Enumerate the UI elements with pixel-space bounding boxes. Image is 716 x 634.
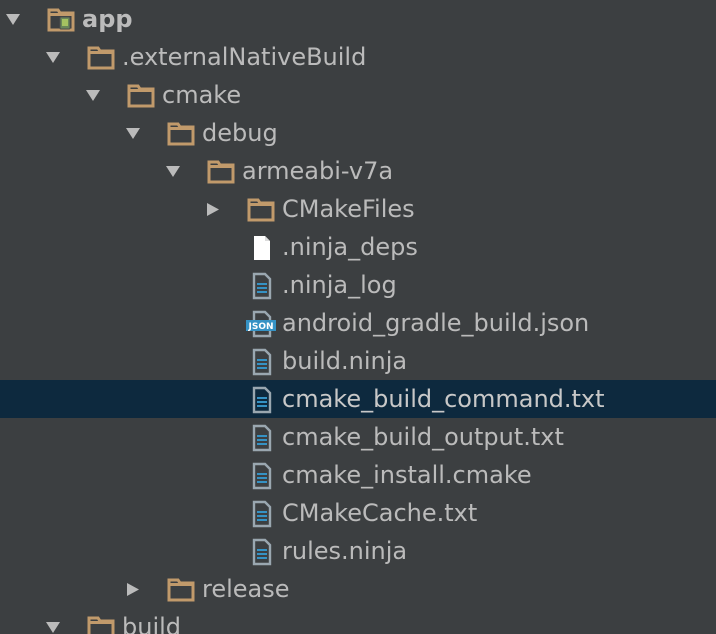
tree-item-android-gradle-build-json[interactable]: JSON android_gradle_build.json (0, 304, 716, 342)
text-file-icon (246, 272, 276, 300)
tree-item-debug[interactable]: debug (0, 114, 716, 152)
expand-arrow-down-icon[interactable] (46, 621, 60, 634)
text-file-icon (246, 386, 276, 414)
text-file-icon (246, 500, 276, 528)
tree-item-label: .externalNativeBuild (122, 43, 367, 71)
folder-icon (206, 158, 236, 186)
expand-arrow-down-icon[interactable] (86, 89, 100, 102)
tree-item-label: cmake_install.cmake (282, 461, 532, 489)
tree-item-rules-ninja[interactable]: rules.ninja (0, 532, 716, 570)
tree-item-label: armeabi-v7a (242, 157, 394, 185)
json-badge-text: JSON (247, 322, 273, 332)
tree-item-externalnativebuild[interactable]: .externalNativeBuild (0, 38, 716, 76)
folder-icon (166, 576, 196, 604)
tree-item-build-ninja[interactable]: build.ninja (0, 342, 716, 380)
tree-item-label: release (202, 575, 290, 603)
folder-icon (126, 82, 156, 110)
expand-arrow-down-icon[interactable] (166, 165, 180, 178)
tree-item-armeabi-v7a[interactable]: armeabi-v7a (0, 152, 716, 190)
module-folder-icon (46, 6, 76, 34)
text-file-icon (246, 424, 276, 452)
expand-arrow-down-icon[interactable] (126, 127, 140, 140)
tree-item-label: CMakeFiles (282, 195, 415, 223)
folder-icon (86, 614, 116, 634)
collapse-arrow-right-icon[interactable] (126, 583, 140, 596)
tree-item-label: cmake_build_command.txt (282, 385, 605, 413)
text-file-icon (246, 538, 276, 566)
tree-item-cmake[interactable]: cmake (0, 76, 716, 114)
folder-icon (246, 196, 276, 224)
tree-item-label: rules.ninja (282, 537, 408, 565)
tree-item-release[interactable]: release (0, 570, 716, 608)
expand-arrow-down-icon[interactable] (46, 51, 60, 64)
expand-arrow-down-icon[interactable] (6, 13, 20, 26)
tree-item-label: build (122, 613, 182, 634)
tree-item-cmakecache-txt[interactable]: CMakeCache.txt (0, 494, 716, 532)
text-file-icon (246, 462, 276, 490)
collapse-arrow-right-icon[interactable] (206, 203, 220, 216)
folder-icon (86, 44, 116, 72)
project-tree[interactable]: app .externalNativeBuild cmake debug armeabi… (0, 0, 716, 634)
json-file-icon: JSON (246, 310, 276, 338)
tree-item-label: cmake (162, 81, 242, 109)
tree-item-ninja-deps[interactable]: .ninja_deps (0, 228, 716, 266)
blank-file-icon (246, 234, 276, 262)
tree-item-label: debug (202, 119, 278, 147)
tree-item-cmake-build-output-txt[interactable]: cmake_build_output.txt (0, 418, 716, 456)
text-file-icon (246, 348, 276, 376)
tree-item-cmake-build-command-txt[interactable]: cmake_build_command.txt (0, 380, 716, 418)
tree-item-label: .ninja_deps (282, 233, 418, 261)
tree-item-label: CMakeCache.txt (282, 499, 478, 527)
folder-icon (166, 120, 196, 148)
tree-item-cmakefiles[interactable]: CMakeFiles (0, 190, 716, 228)
tree-item-label: cmake_build_output.txt (282, 423, 564, 451)
tree-item-ninja-log[interactable]: .ninja_log (0, 266, 716, 304)
tree-item-label: .ninja_log (282, 271, 397, 299)
tree-item-cmake-install-cmake[interactable]: cmake_install.cmake (0, 456, 716, 494)
tree-item-app[interactable]: app (0, 0, 716, 38)
tree-item-label: build.ninja (282, 347, 408, 375)
tree-item-build[interactable]: build (0, 608, 716, 634)
tree-item-label: android_gradle_build.json (282, 309, 590, 337)
tree-item-label: app (82, 5, 133, 33)
